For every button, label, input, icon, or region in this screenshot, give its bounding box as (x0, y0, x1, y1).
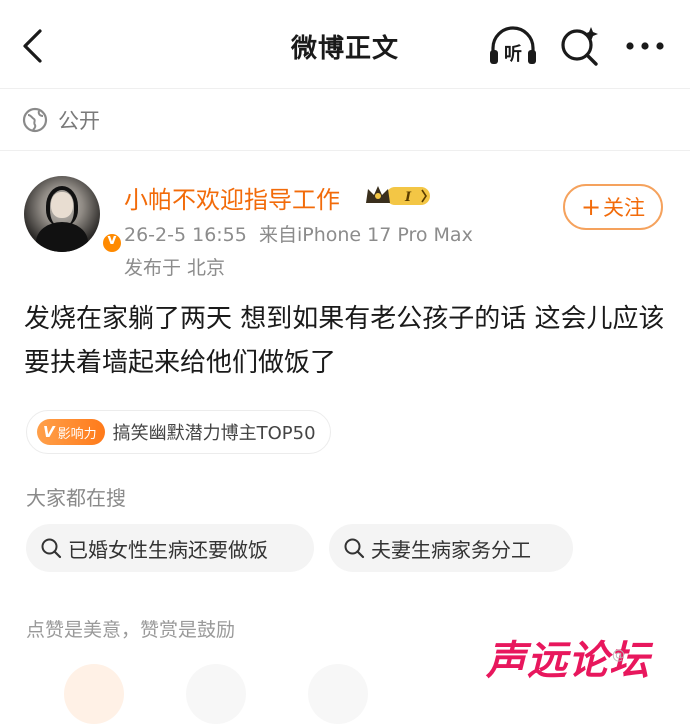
trending-search-label: 夫妻生病家务分工 (371, 537, 531, 562)
influence-badge: V 影响力 (37, 419, 105, 445)
search-icon (344, 538, 365, 559)
author-avatar[interactable] (24, 176, 124, 255)
globe-icon (22, 107, 48, 133)
reward-avatar[interactable] (308, 664, 368, 724)
post-location: 发布于 北京 (124, 257, 226, 279)
visibility-row: 公开 (22, 104, 100, 136)
reward-avatar[interactable] (186, 664, 246, 724)
listen-label: 听 (504, 43, 522, 65)
header-divider (0, 88, 690, 89)
trending-searches-title: 大家都在搜 (26, 486, 126, 510)
verified-icon (100, 231, 124, 255)
trending-search-item[interactable]: 夫妻生病家务分工 (329, 524, 573, 572)
watermark-handle: @ (612, 648, 625, 663)
more-dots-icon[interactable] (622, 33, 668, 59)
post-source: 来自iPhone 17 Pro Max (258, 224, 473, 246)
influence-label: 搞笑幽默潜力博主TOP50 (112, 423, 316, 444)
plus-icon: + (580, 193, 602, 221)
visibility-divider (0, 150, 690, 151)
watermark-logo: 声远论坛 (486, 638, 650, 684)
influence-badge-label: 影响力 (57, 426, 97, 442)
top-bar: 微博正文 听 (0, 0, 690, 92)
author-name[interactable]: 小帕不欢迎指导工作 (124, 180, 340, 215)
influence-v-icon: V (43, 423, 55, 441)
search-icon (41, 538, 62, 559)
post-text: 发烧在家躺了两天 想到如果有老公孩子的话 这会儿应该要扶着墙起来给他们做饭了 (24, 304, 665, 378)
search-sparkle-icon[interactable] (558, 24, 602, 68)
avatar (24, 176, 100, 252)
influence-tag[interactable]: V 影响力 搞笑幽默潜力博主TOP50 (26, 410, 331, 454)
like-hint: 点赞是美意，赞赏是鼓励 (26, 619, 236, 641)
member-crown-badge[interactable]: I (364, 183, 432, 209)
post-timestamp: 26-2-5 16:55 (124, 224, 247, 246)
follow-button[interactable]: + 关注 (563, 184, 663, 230)
trending-search-label: 已婚女性生病还要做饭 (68, 537, 268, 562)
visibility-label: 公开 (58, 109, 100, 133)
trending-search-item[interactable]: 已婚女性生病还要做饭 (26, 524, 314, 572)
member-badge-level: I (404, 190, 412, 205)
follow-label: 关注 (603, 196, 646, 220)
post-meta: 26-2-5 16:55 来自iPhone 17 Pro Max (124, 220, 473, 247)
headphones-listen-icon[interactable]: 听 (487, 24, 539, 68)
reward-avatar[interactable] (64, 664, 124, 724)
